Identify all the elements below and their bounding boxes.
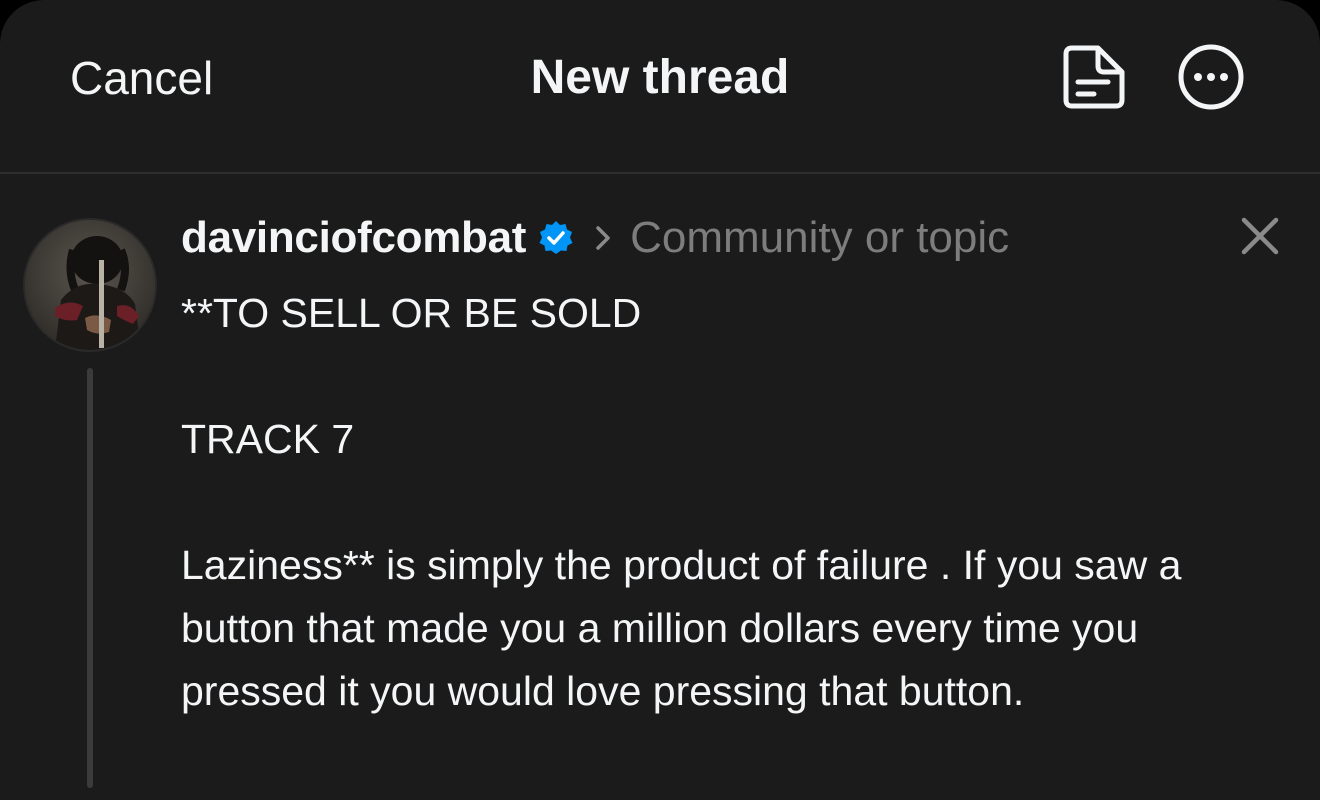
verified-badge-icon: [538, 220, 574, 256]
header-bar: Cancel New thread: [0, 0, 1320, 174]
thread-text-input[interactable]: **TO SELL OR BE SOLD TRACK 7 Laziness** …: [181, 282, 1291, 723]
avatar[interactable]: [25, 220, 155, 350]
topic-input[interactable]: Community or topic: [630, 213, 1009, 263]
text-line: TRACK 7: [181, 416, 355, 462]
username: davinciofcombat: [181, 213, 527, 262]
close-icon[interactable]: [1238, 214, 1282, 258]
chevron-right-icon: [592, 223, 614, 253]
text-line: **TO SELL OR BE SOLD: [181, 290, 642, 336]
text-line: Laziness** is simply the product of fail…: [181, 542, 1193, 714]
new-thread-sheet: Cancel New thread davinciofcombat Commun…: [0, 0, 1320, 800]
drafts-icon[interactable]: [1058, 42, 1128, 112]
more-options-icon[interactable]: [1176, 42, 1246, 112]
author-row: davinciofcombat Community or topic: [181, 210, 1009, 266]
thread-connector-line: [87, 368, 93, 788]
